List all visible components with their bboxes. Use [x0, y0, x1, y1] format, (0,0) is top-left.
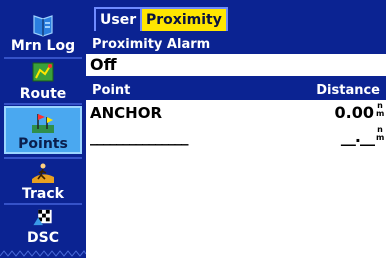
main-panel: User Proximity Proximity Alarm Off Point… [86, 0, 386, 258]
sidebar-item-label: Mrn Log [10, 38, 76, 54]
distance-unit: n m [376, 125, 385, 142]
distance-value: 0.00 [334, 103, 374, 122]
sidebar-item-points[interactable]: Points [4, 106, 82, 154]
divider [4, 103, 82, 105]
scroll-indicator [0, 250, 86, 257]
divider [4, 57, 82, 59]
log-book-icon [33, 15, 53, 37]
table-row[interactable]: ANCHOR 0.00 n m [86, 102, 386, 124]
proximity-alarm-heading: Proximity Alarm [92, 37, 211, 52]
sidebar-item-mrn-log[interactable]: Mrn Log [4, 4, 82, 54]
proximity-table: Point Distance ANCHOR 0.00 n m _________… [86, 82, 386, 258]
point-name: ANCHOR [90, 104, 163, 122]
waypoint-flag-icon [32, 114, 54, 133]
tab-proximity[interactable]: Proximity [140, 7, 228, 31]
table-row[interactable]: _______________ __.__ n m [86, 126, 386, 148]
divider [4, 203, 82, 205]
sidebar-item-label: Route [19, 86, 67, 102]
sidebar-item-label: Track [22, 186, 64, 202]
sidebar-item-route[interactable]: Route [4, 60, 82, 102]
dsc-radio-icon [33, 209, 52, 226]
table-header: Point Distance [86, 82, 386, 100]
point-name: _______________ [90, 128, 188, 146]
route-map-icon [32, 62, 54, 82]
column-header-distance: Distance [316, 83, 380, 98]
sidebar-item-label: DSC [27, 230, 59, 246]
distance-value: __.__ [340, 127, 375, 146]
sidebar-item-label: Points [18, 136, 68, 152]
proximity-alarm-field[interactable]: Off [86, 54, 386, 76]
tab-user[interactable]: User [94, 7, 143, 31]
sidebar-item-track[interactable]: Track [4, 160, 82, 202]
distance-unit: n m [376, 101, 385, 118]
sidebar-item-dsc[interactable]: DSC [4, 206, 82, 246]
track-runner-icon [32, 163, 54, 183]
column-header-point: Point [92, 83, 131, 98]
gps-screen: Mrn Log Route Points Track DSC User Prox… [0, 0, 386, 258]
divider [4, 157, 82, 159]
tab-bar: User Proximity [86, 0, 386, 34]
sidebar: Mrn Log Route Points Track DSC [0, 0, 86, 258]
